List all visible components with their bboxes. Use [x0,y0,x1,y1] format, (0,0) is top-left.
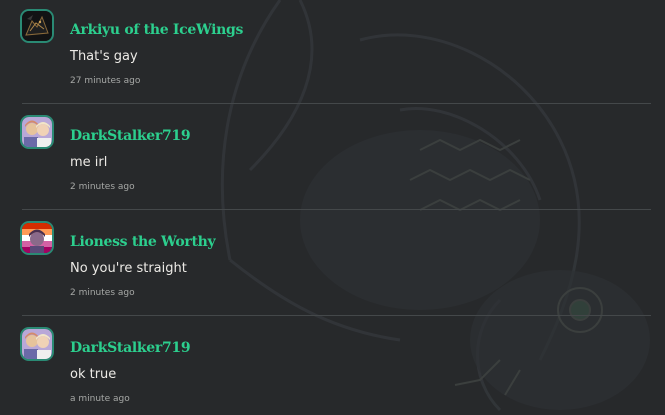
black-dragon-avatar-icon[interactable] [22,11,52,41]
comment-divider [22,103,651,104]
comment-divider [22,315,651,316]
comment-item: DarkStalker719 ok true a minute ago [0,318,665,415]
comment-item: DarkStalker719 me irl 2 minutes ago [0,106,665,212]
comment-username[interactable]: Arkiyu of the IceWings [70,22,243,38]
comment-message: me irl [70,155,108,170]
comment-timestamp: 2 minutes ago [70,288,135,298]
comment-username[interactable]: Lioness the Worthy [70,234,216,250]
couple-avatar-icon[interactable] [22,329,52,359]
comment-item: Lioness the Worthy No you're straight 2 … [0,212,665,318]
comment-timestamp: 27 minutes ago [70,76,141,86]
comment-divider [22,209,651,210]
comment-username[interactable]: DarkStalker719 [70,128,191,144]
comment-message: ok true [70,367,117,382]
couple-avatar-icon[interactable] [22,117,52,147]
comment-message: That's gay [70,49,138,64]
comment-username[interactable]: DarkStalker719 [70,340,191,356]
lesbian-flag-avatar-icon[interactable] [22,223,52,253]
comment-item: Arkiyu of the IceWings That's gay 27 min… [0,0,665,106]
comment-thread: Arkiyu of the IceWings That's gay 27 min… [0,0,665,415]
comment-message: No you're straight [70,261,187,276]
comment-timestamp: a minute ago [70,394,130,404]
comment-timestamp: 2 minutes ago [70,182,135,192]
